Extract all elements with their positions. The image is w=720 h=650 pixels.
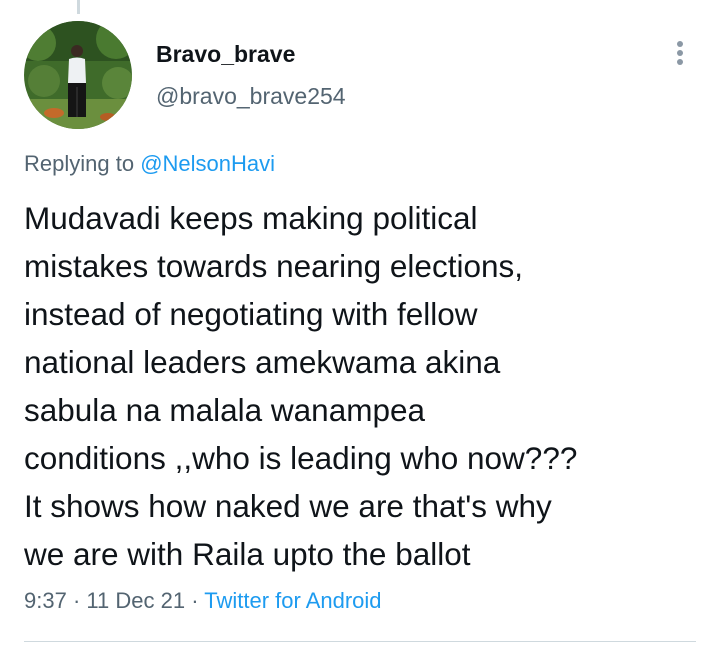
tweet-text: Mudavadi keeps making political mistakes… [24,200,578,572]
avatar[interactable] [24,21,132,129]
replying-to-label: Replying to [24,151,135,176]
more-options-button[interactable] [664,36,696,70]
thread-connector-line [77,0,80,14]
tweet-date[interactable]: 11 Dec 21 [86,588,185,613]
tweet-time[interactable]: 9:37 [24,588,67,613]
tweet-metadata: 9:37 · 11 Dec 21 · Twitter for Android [24,588,382,614]
replying-to-line: Replying to @NelsonHavi [24,151,275,177]
replying-to-mention[interactable]: @NelsonHavi [140,151,275,176]
profile-photo [24,21,132,129]
tweet-source-link[interactable]: Twitter for Android [204,588,381,613]
divider [24,641,696,642]
author-display-name[interactable]: Bravo_brave [156,41,295,68]
author-handle[interactable]: @bravo_brave254 [156,83,346,110]
meta-separator: · [72,588,81,613]
meta-separator: · [191,588,199,613]
